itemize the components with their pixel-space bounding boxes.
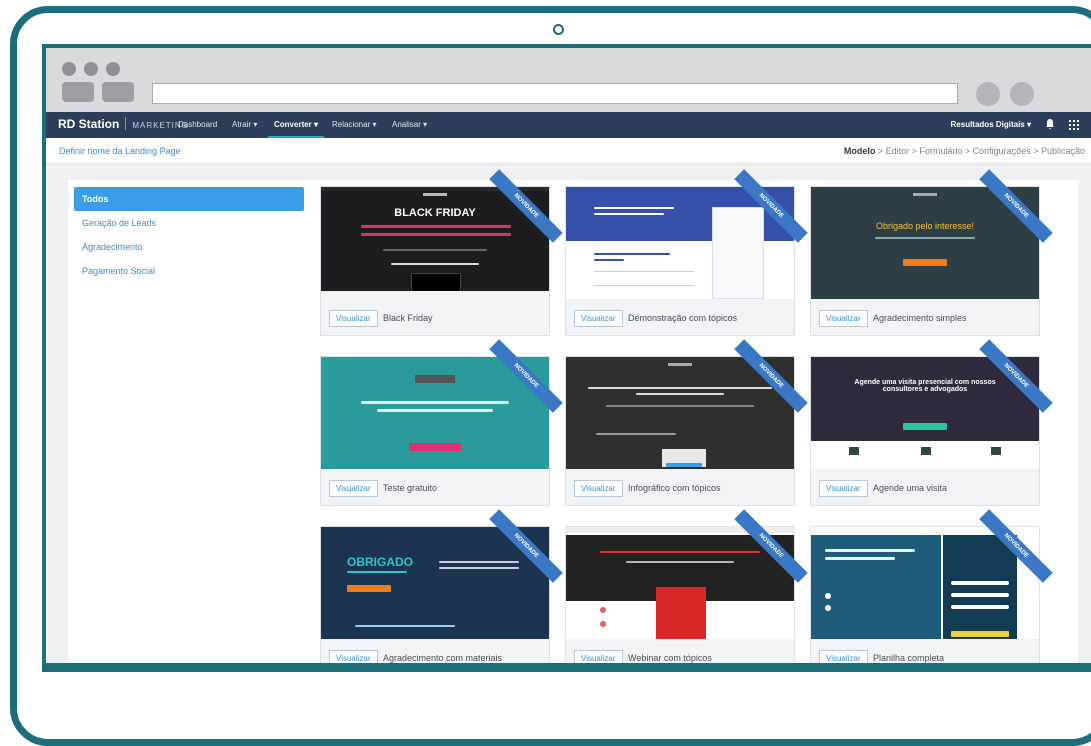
category-sidebar: Todos Geração de Leads Agradecimento Pag… (74, 187, 304, 283)
template-card[interactable]: BLACK FRIDAY NOVIDADE Visualizar Black F… (320, 169, 563, 336)
account-menu[interactable]: Resultados Digitais ▾ (951, 120, 1031, 129)
thumbnail-headline: Agende uma visita presencial com nossos … (854, 379, 996, 393)
window-dot-icon (84, 62, 98, 76)
bell-icon[interactable] (1045, 118, 1055, 130)
sidebar-item-agradecimento[interactable]: Agradecimento (74, 235, 304, 259)
rd-station-logo[interactable]: RD Station MARKETING (58, 117, 189, 131)
visualizar-button[interactable]: Visualizar (329, 480, 378, 497)
card-footer: Visualizar Agradecimento com materiais (321, 641, 549, 663)
card-footer: Visualizar Teste gratuito (321, 471, 549, 505)
wizard-steps: Modelo > Editor > Formulário > Configura… (844, 146, 1085, 156)
card-footer: Visualizar Demonstração com tópicos (566, 301, 794, 335)
browser-chrome (46, 48, 1091, 112)
nav-dashboard[interactable]: Dashboard (178, 120, 217, 129)
visualizar-button[interactable]: Visualizar (574, 480, 623, 497)
card-title: Teste gratuito (383, 483, 438, 493)
card-title: Agradecimento simples (873, 313, 967, 323)
browser-action-button[interactable] (976, 82, 1000, 106)
sidebar-item-todos[interactable]: Todos (74, 187, 304, 211)
template-card[interactable]: Agende uma visita presencial com nossos … (810, 339, 1053, 506)
visualizar-button[interactable]: Visualizar (574, 650, 623, 663)
card-footer: Visualizar Agradecimento simples (811, 301, 1039, 335)
sub-toolbar: Definir nome da Landing Page Modelo > Ed… (46, 138, 1091, 164)
card-title: Agende uma visita (873, 483, 948, 493)
template-card[interactable]: Obrigado pelo interesse! NOVIDADE Visual… (810, 169, 1053, 336)
card-title: Infográfico com tópicos (628, 483, 721, 493)
nav-converter[interactable]: Converter ▾ (267, 120, 325, 138)
thumbnail-headline: BLACK FRIDAY (394, 207, 476, 219)
app-navbar: RD Station MARKETING Dashboard Atrair ▾ C… (46, 112, 1091, 138)
visualizar-button[interactable]: Visualizar (819, 650, 868, 663)
card-title: Demonstração com tópicos (628, 313, 738, 323)
card-title: Planilha completa (873, 653, 945, 663)
card-footer: Visualizar Infográfico com tópicos (566, 471, 794, 505)
template-card[interactable]: NOVIDADE Visualizar Infográfico com tópi… (565, 339, 808, 506)
card-title: Black Friday (383, 313, 433, 323)
card-footer: Visualizar Planilha completa (811, 641, 1039, 663)
apps-grid-icon[interactable] (1069, 120, 1079, 130)
card-title: Webinar com tópicos (628, 653, 712, 663)
visualizar-button[interactable]: Visualizar (819, 480, 868, 497)
card-title: Agradecimento com materiais (383, 653, 503, 663)
forward-button[interactable] (102, 82, 134, 102)
nav-analisar[interactable]: Analisar ▾ (392, 120, 427, 129)
camera-dot (553, 24, 564, 35)
main-content: Todos Geração de Leads Agradecimento Pag… (68, 169, 1078, 663)
nav-atrair[interactable]: Atrair ▾ (232, 120, 257, 129)
card-footer: Visualizar Webinar com tópicos (566, 641, 794, 663)
address-bar[interactable] (152, 83, 958, 104)
landing-page-name-link[interactable]: Definir nome da Landing Page (59, 146, 181, 156)
visualizar-button[interactable]: Visualizar (819, 310, 868, 327)
card-footer: Visualizar Agende uma visita (811, 471, 1039, 505)
card-footer: Visualizar Black Friday (321, 301, 549, 335)
template-card[interactable]: NOVIDADE Visualizar Webinar com tópicos (565, 509, 808, 663)
visualizar-button[interactable]: Visualizar (574, 310, 623, 327)
back-button[interactable] (62, 82, 94, 102)
window-dot-icon (106, 62, 120, 76)
browser-menu-button[interactable] (1010, 82, 1034, 106)
template-card[interactable]: OBRIGADO NOVIDADE Visualizar Agradecimen… (320, 509, 563, 663)
template-card[interactable]: NOVIDADE Visualizar Teste gratuito (320, 339, 563, 506)
browser-window: RD Station MARKETING Dashboard Atrair ▾ C… (46, 48, 1091, 663)
template-card[interactable]: NOVIDADE Visualizar Planilha completa (810, 509, 1053, 663)
step-modelo: Modelo (843, 146, 876, 156)
sidebar-item-geracao-de-leads[interactable]: Geração de Leads (74, 211, 304, 235)
thumbnail-headline: OBRIGADO (347, 555, 413, 569)
step-rest: > Editor > Formulário > Configurações > … (875, 146, 1085, 156)
visualizar-button[interactable]: Visualizar (329, 310, 378, 327)
window-dot-icon (62, 62, 76, 76)
nav-relacionar[interactable]: Relacionar ▾ (332, 120, 376, 129)
thumbnail-headline: Obrigado pelo interesse! (875, 221, 975, 231)
visualizar-button[interactable]: Visualizar (329, 650, 378, 663)
sidebar-item-pagamento-social[interactable]: Pagamento Social (74, 259, 304, 283)
template-card[interactable]: NOVIDADE Visualizar Demonstração com tóp… (565, 169, 808, 336)
